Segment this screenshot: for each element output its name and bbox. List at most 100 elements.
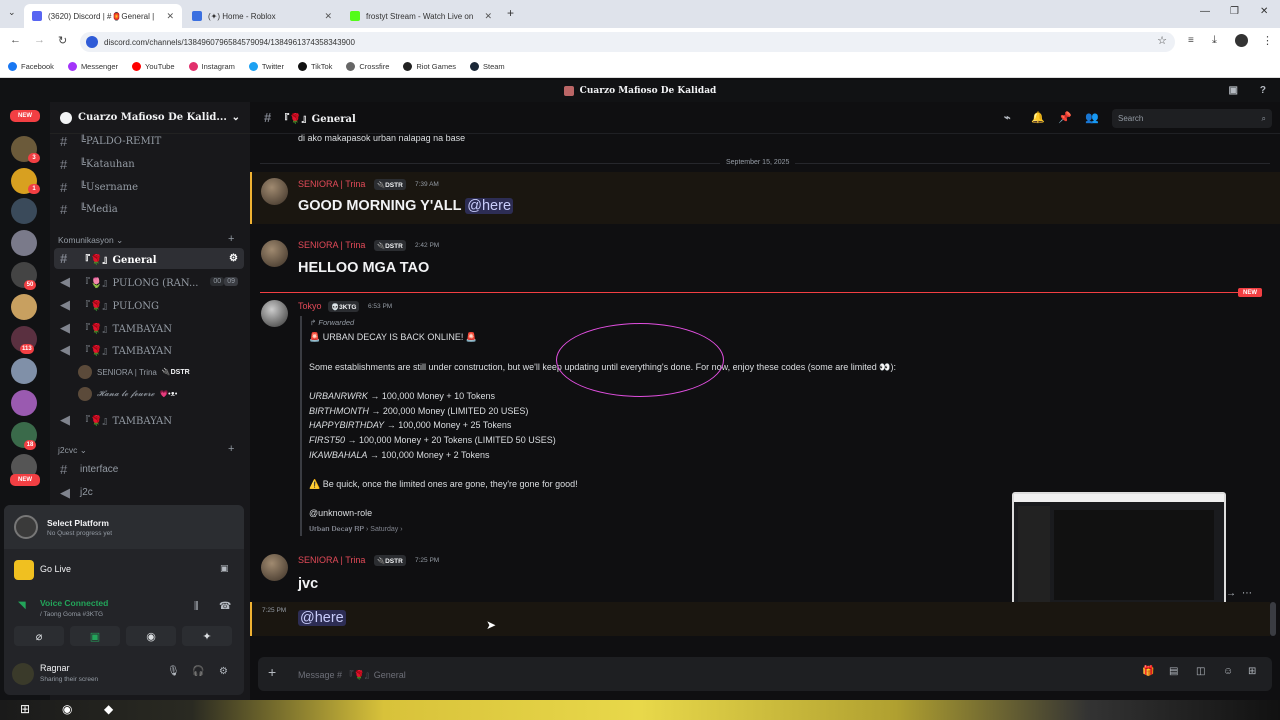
select-platform-card[interactable]: Select Platform No Quest progress yet: [4, 505, 244, 549]
server-icon-3[interactable]: [11, 198, 37, 224]
gear-icon[interactable]: ⚙: [229, 253, 238, 264]
back-icon[interactable]: ←: [10, 34, 21, 46]
add-attachment-icon[interactable]: +: [268, 664, 276, 680]
scrollbar[interactable]: [1270, 602, 1276, 636]
browser-tab-roblox[interactable]: (✦) Home - Roblox ✕: [184, 4, 340, 28]
avatar[interactable]: [261, 300, 288, 327]
restore-icon[interactable]: ❐: [1230, 6, 1239, 17]
tab-list-chevron-icon[interactable]: ⌄: [8, 7, 16, 18]
voice-user[interactable]: 𝓗𝓪𝓷𝓪 𝓵𝓮 𝓯𝓮𝓾𝓿𝓻𝓮 💗•ᴥ•: [78, 385, 177, 403]
disconnect-icon[interactable]: ☎: [219, 601, 231, 612]
mention[interactable]: @here: [465, 198, 514, 214]
server-icon-9[interactable]: [11, 390, 37, 416]
server-icon-4[interactable]: [11, 230, 37, 256]
threads-icon[interactable]: ⌁: [1004, 111, 1011, 124]
server-icon-6[interactable]: [11, 294, 37, 320]
soundboard-button[interactable]: ✦: [182, 626, 232, 646]
camera-button[interactable]: ⌀: [14, 626, 64, 646]
avatar[interactable]: [261, 554, 288, 581]
menu-icon[interactable]: ⋮: [1262, 34, 1273, 47]
close-tab-icon[interactable]: ✕: [484, 11, 492, 22]
bookmark-steam[interactable]: Steam: [470, 62, 505, 71]
help-icon[interactable]: ?: [1260, 85, 1266, 96]
bookmark-riot-games[interactable]: Riot Games: [403, 62, 456, 71]
role-mention[interactable]: @unknown-role: [309, 508, 372, 518]
bookmark-crossfire[interactable]: Crossfire: [346, 62, 389, 71]
minimize-icon[interactable]: —: [1200, 6, 1210, 17]
bookmark-instagram[interactable]: Instagram: [188, 62, 235, 71]
browser-tab-discord[interactable]: (3620) Discord | #🏮General | ✕: [24, 4, 182, 28]
screen-share-preview[interactable]: [1012, 492, 1226, 612]
channel-tambayan-3[interactable]: ◀ 『🌹』TAMBAYAN: [54, 409, 244, 430]
channel-paldo-remit[interactable]: # ╚PALDO-REMIT: [54, 131, 244, 152]
avatar[interactable]: [261, 178, 288, 205]
close-tab-icon[interactable]: ✕: [166, 11, 174, 22]
avatar[interactable]: [261, 240, 288, 267]
voice-user[interactable]: SENIORA | Trina 🔌DSTR: [78, 363, 190, 381]
close-window-icon[interactable]: ✕: [1260, 6, 1268, 17]
server-header[interactable]: Cuarzo Mafioso De Kalid... ⌄: [50, 102, 250, 134]
bookmark-facebook[interactable]: Facebook: [8, 62, 54, 71]
noise-suppression-icon[interactable]: ⫼: [194, 601, 199, 612]
headphones-icon[interactable]: 🎧: [192, 666, 204, 677]
reload-icon[interactable]: ↻: [58, 34, 67, 47]
reading-list-icon[interactable]: ≡: [1188, 35, 1194, 46]
members-icon[interactable]: 👥: [1085, 111, 1099, 124]
more-options-icon[interactable]: ⋯: [1242, 588, 1252, 599]
go-live-row[interactable]: Go Live ▣: [4, 555, 244, 585]
bookmark-youtube[interactable]: YouTube: [132, 62, 175, 71]
inbox-icon[interactable]: ▣: [1229, 85, 1238, 96]
mention[interactable]: @here: [298, 610, 346, 626]
message-author[interactable]: SENIORA | Trina: [298, 240, 365, 250]
avatar[interactable]: [12, 663, 34, 685]
channel-tambayan-1[interactable]: ◀ 『🌹』TAMBAYAN: [54, 317, 244, 338]
search-input[interactable]: Search ⌕: [1112, 109, 1272, 128]
bookmark-tiktok[interactable]: TikTok: [297, 62, 332, 71]
message-author[interactable]: Tokyo: [298, 301, 322, 311]
browser-tab-kick[interactable]: frostyt Stream - Watch Live on ✕: [342, 4, 500, 28]
bookmark-twitter[interactable]: Twitter: [248, 62, 284, 71]
close-tab-icon[interactable]: ✕: [324, 11, 332, 22]
new-tab-icon[interactable]: +: [507, 6, 514, 20]
channel-general[interactable]: # 『🌹』General ⚙: [54, 248, 244, 269]
channel-username[interactable]: # ╚Username: [54, 177, 244, 198]
category-j2cvc[interactable]: j2cvc ⌄: [58, 445, 87, 456]
create-channel-icon[interactable]: +: [228, 233, 234, 245]
bell-icon[interactable]: 🔔: [1031, 111, 1045, 124]
category-komunikasyon[interactable]: Komunikasyon ⌄: [58, 235, 123, 246]
create-channel-icon[interactable]: +: [228, 443, 234, 455]
channel-pulong[interactable]: ◀ 『🌹』PULONG: [54, 294, 244, 315]
message-input[interactable]: + Message # 『🌹』General 🎁 ▤ ◫ ☺ ⊞: [258, 657, 1272, 691]
channel-katauhan[interactable]: # ╚Katauhan: [54, 154, 244, 175]
channel-pulong-ranked[interactable]: ◀ 『🌷』PULONG (RAN... 00 09: [54, 271, 244, 292]
server-icon-8[interactable]: [11, 358, 37, 384]
bookmark-star-icon[interactable]: ☆: [1157, 34, 1167, 47]
download-icon[interactable]: ⤓: [1212, 34, 1217, 47]
microphone-icon[interactable]: 🎙: [167, 666, 180, 677]
screen-share-icon[interactable]: ▣: [220, 563, 229, 574]
site-info-icon[interactable]: [86, 36, 98, 48]
taskbar-app-icon[interactable]: ◉: [62, 702, 72, 716]
bookmark-messenger[interactable]: Messenger: [67, 62, 118, 71]
pin-icon[interactable]: 📌: [1058, 111, 1072, 124]
emoji-icon[interactable]: ☺: [1223, 666, 1233, 677]
channel-media[interactable]: # ╚Media: [54, 199, 244, 220]
profile-avatar[interactable]: [1235, 34, 1248, 47]
message-author[interactable]: SENIORA | Trina: [298, 179, 365, 189]
popout-arrow-icon[interactable]: →: [1226, 588, 1236, 599]
channel-interface[interactable]: # interface: [54, 459, 244, 480]
address-bar[interactable]: discord.com/channels/1384960796584579094…: [80, 32, 1175, 52]
message-author[interactable]: SENIORA | Trina: [298, 555, 365, 565]
game-button[interactable]: ◉: [126, 626, 176, 646]
start-icon[interactable]: ⊞: [20, 702, 30, 716]
forward-icon[interactable]: →: [34, 34, 45, 46]
apps-icon[interactable]: ⊞: [1248, 666, 1256, 677]
forward-source[interactable]: 𝐔𝐫𝐛𝐚𝐧 𝐃𝐞𝐜𝐚𝐲 𝐑𝐏 › Saturday ›: [309, 526, 403, 534]
gif-icon[interactable]: ▤: [1169, 666, 1178, 677]
channel-j2c[interactable]: ◀ j2c: [54, 482, 244, 503]
sticker-icon[interactable]: ◫: [1196, 666, 1205, 677]
settings-gear-icon[interactable]: ⚙: [219, 666, 228, 677]
activity-button[interactable]: ▣: [70, 626, 120, 646]
channel-tambayan-2[interactable]: ◀ 『🌹』TAMBAYAN: [54, 339, 244, 360]
gift-icon[interactable]: 🎁: [1142, 666, 1154, 677]
